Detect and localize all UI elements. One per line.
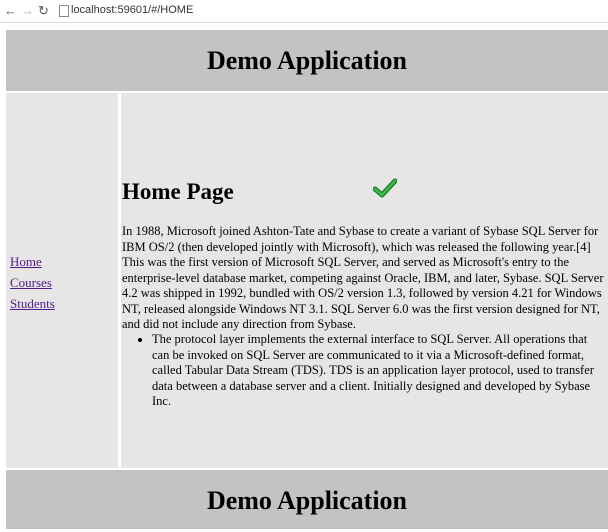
address-bar[interactable]: localhost:59601/#/HOME [71, 4, 193, 17]
page-header: Demo Application [6, 30, 608, 91]
page-title: Home Page [122, 179, 234, 204]
nav-link-home[interactable]: Home [10, 251, 55, 272]
nav-list: Home Courses Students [10, 251, 55, 314]
reload-icon[interactable]: ↻ [38, 2, 49, 19]
nav-link-courses[interactable]: Courses [10, 272, 55, 293]
sidebar: Home Courses Students [6, 93, 118, 468]
browser-toolbar: ← → ↻ localhost:59601/#/HOME [0, 0, 608, 23]
nav-link-students[interactable]: Students [10, 293, 55, 314]
checkmark-icon [373, 178, 397, 198]
page-footer: Demo Application [6, 470, 608, 529]
footer-title: Demo Application [206, 486, 408, 515]
list-item: The protocol layer implements the extern… [152, 332, 607, 410]
back-arrow-icon[interactable]: ← [4, 2, 17, 19]
main-content: Home Page In 1988, Microsoft joined Asht… [121, 93, 608, 468]
bullet-list: The protocol layer implements the extern… [121, 332, 607, 410]
page-icon [59, 5, 69, 17]
intro-paragraph: In 1988, Microsoft joined Ashton-Tate an… [122, 224, 604, 331]
app-frame: Demo Application Home Courses Students H… [6, 30, 608, 529]
forward-arrow-icon[interactable]: → [21, 2, 34, 19]
header-title: Demo Application [206, 46, 408, 75]
